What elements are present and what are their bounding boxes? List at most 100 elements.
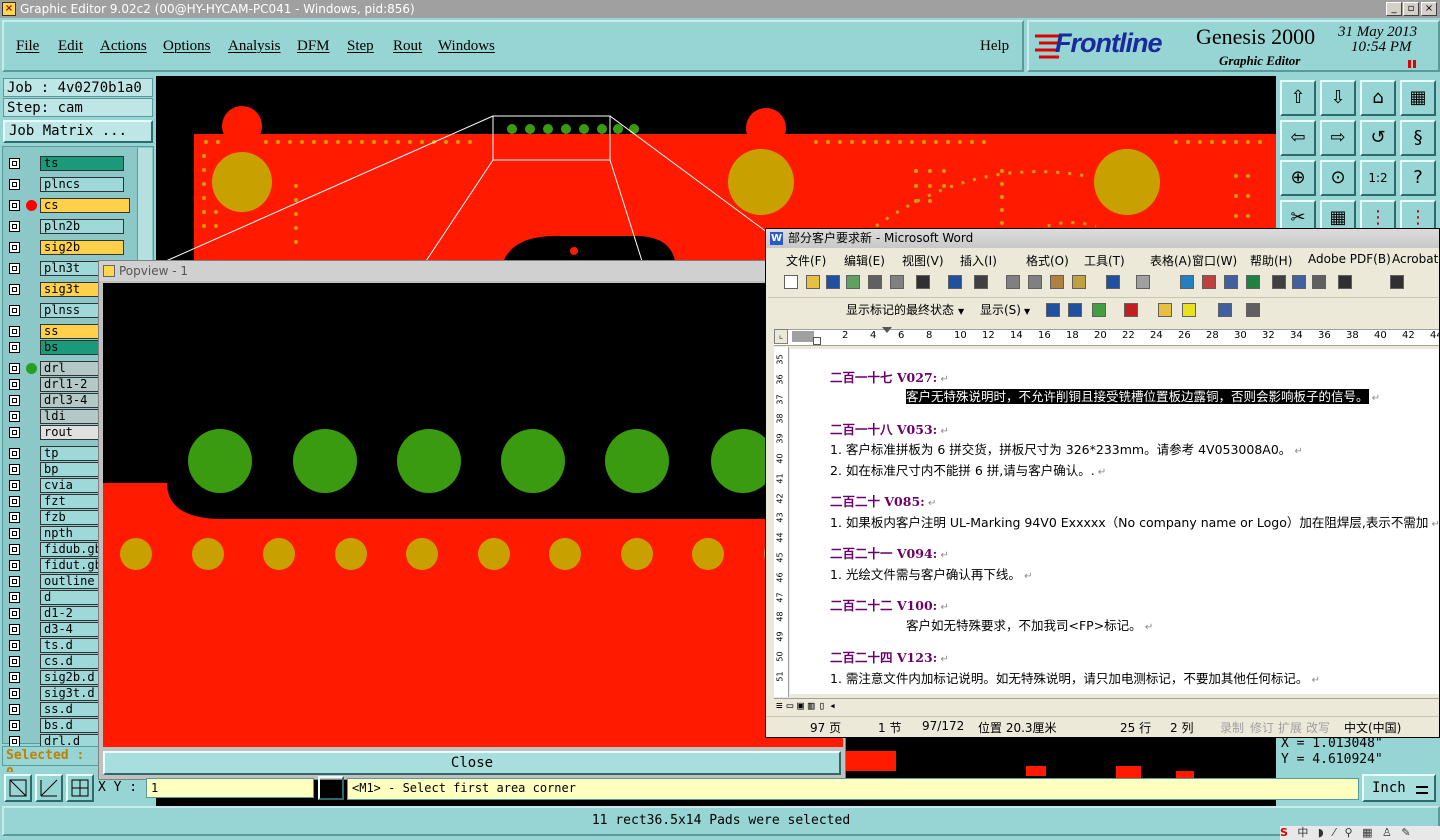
mirror-icon[interactable]: ↺ (1360, 120, 1396, 156)
save-icon[interactable] (826, 275, 840, 289)
layer-row[interactable]: pln2b (6, 219, 126, 234)
layer-checkbox[interactable] (9, 200, 20, 211)
layer-checkbox[interactable] (9, 242, 20, 253)
home-icon[interactable]: ⌂ (1360, 80, 1396, 116)
spelling-icon[interactable] (948, 275, 962, 289)
previous-change-icon[interactable] (1046, 303, 1060, 317)
zoom-center-icon[interactable]: ⊙ (1320, 160, 1356, 196)
word-titlebar[interactable]: W 部分客户要求新 - Microsoft Word (766, 229, 1439, 248)
track-changes-icon[interactable] (1218, 303, 1232, 317)
zoom-1to1-icon[interactable]: 1:2 (1360, 160, 1396, 196)
insert-comment-icon[interactable] (1158, 303, 1172, 317)
layer-checkbox[interactable] (9, 326, 20, 337)
drawing-icon[interactable] (1292, 275, 1306, 289)
layer-checkbox[interactable] (9, 560, 20, 571)
layer-checkbox[interactable] (9, 363, 20, 374)
copy-icon[interactable] (1028, 275, 1042, 289)
menu-options[interactable]: Options (163, 38, 211, 55)
research-icon[interactable] (974, 275, 988, 289)
word-menu-edit[interactable]: 编辑(E) (844, 252, 885, 269)
pan-left-icon[interactable]: ⇦ (1280, 120, 1316, 156)
layer-checkbox[interactable] (9, 496, 20, 507)
layer-down-icon[interactable]: ⇩ (1320, 80, 1356, 116)
layer-checkbox[interactable] (9, 448, 20, 459)
left-indent-icon[interactable] (813, 337, 821, 345)
accept-change-icon[interactable] (1092, 303, 1106, 317)
layer-row[interactable]: plncs (6, 177, 126, 192)
xy-input[interactable] (146, 778, 314, 798)
word-menu-file[interactable]: 文件(F) (786, 252, 826, 269)
window-fit-icon[interactable]: ▦ (1400, 80, 1436, 116)
reviewing-pane-icon[interactable] (1246, 303, 1260, 317)
first-line-indent-icon[interactable] (882, 327, 892, 333)
layer-checkbox[interactable] (9, 379, 20, 390)
maximize-button[interactable]: ▫ (1403, 2, 1419, 16)
section-heading[interactable]: 二百二十四 V123: ↵ (830, 647, 949, 666)
tables-borders-icon[interactable] (1202, 275, 1216, 289)
layer-checkbox[interactable] (9, 411, 20, 422)
layer-checkbox[interactable] (9, 480, 20, 491)
word-menu-tools[interactable]: 工具(T) (1084, 252, 1125, 269)
query-icon[interactable]: ? (1400, 160, 1436, 196)
body-paragraph[interactable]: 2. 如在标准尺寸内不能拼 6 拼,请与客户确认。. ↵ (830, 460, 1106, 479)
layer-up-icon[interactable]: ⇧ (1280, 80, 1316, 116)
layer-checkbox[interactable] (9, 592, 20, 603)
layer-row[interactable]: ts (6, 156, 126, 171)
redo-icon[interactable] (1136, 275, 1150, 289)
layer-checkbox[interactable] (9, 179, 20, 190)
menu-analysis[interactable]: Analysis (228, 38, 281, 55)
layer-name[interactable]: cs (40, 198, 130, 213)
snap-icon[interactable] (4, 774, 32, 802)
layer-checkbox[interactable] (9, 158, 20, 169)
word-menu-view[interactable]: 视图(V) (902, 252, 944, 269)
menu-actions[interactable]: Actions (100, 38, 147, 55)
popview-canvas[interactable] (103, 283, 843, 747)
doc-map-icon[interactable] (1312, 275, 1326, 289)
cut-icon[interactable] (1006, 275, 1020, 289)
popview-close-button[interactable]: Close (103, 751, 841, 775)
new-icon[interactable] (784, 275, 798, 289)
shape-icon[interactable]: § (1400, 120, 1436, 156)
show-hide-icon[interactable] (1338, 275, 1352, 289)
layer-checkbox[interactable] (9, 427, 20, 438)
hyperlink-icon[interactable] (1180, 275, 1194, 289)
layer-checkbox[interactable] (9, 624, 20, 635)
job-matrix-button[interactable]: Job Matrix ... (3, 120, 153, 143)
minimize-button[interactable]: _ (1386, 2, 1402, 16)
body-paragraph[interactable]: 客户如无特殊要求，不加我司<FP>标记。 ↵ (906, 615, 1153, 634)
word-menu-table[interactable]: 表格(A) (1150, 252, 1192, 269)
menu-step[interactable]: Step (347, 38, 374, 55)
insert-table-icon[interactable] (1224, 275, 1238, 289)
tab-stop-selector-icon[interactable]: ⌞ (774, 329, 788, 344)
traditional-chinese-icon[interactable] (916, 275, 930, 289)
layer-checkbox[interactable] (9, 544, 20, 555)
zoom-icon[interactable] (1390, 275, 1404, 289)
menu-windows[interactable]: Windows (438, 38, 495, 55)
layer-checkbox[interactable] (9, 284, 20, 295)
word-menu-acrobat[interactable]: Acrobat (1392, 252, 1438, 266)
menu-edit[interactable]: Edit (58, 38, 83, 55)
layer-name[interactable]: sig2b (40, 240, 124, 255)
layer-checkbox[interactable] (9, 672, 20, 683)
measure-icon[interactable] (35, 774, 63, 802)
layer-checkbox[interactable] (9, 656, 20, 667)
body-paragraph[interactable]: 1. 如果板内客户注明 UL-Marking 94V0 Exxxxx（No co… (830, 512, 1439, 531)
undo-icon[interactable] (1106, 275, 1120, 289)
selected-paragraph[interactable]: 客户无特殊说明时，不允许削铜且接受铣槽位置板边露铜，否则会影响板子的信号。 ↵ (906, 386, 1380, 405)
layer-checkbox[interactable] (9, 640, 20, 651)
word-menu-window[interactable]: 窗口(W) (1192, 252, 1237, 269)
menu-help[interactable]: Help (980, 38, 1009, 55)
word-menu-adobe-pdf[interactable]: Adobe PDF(B) (1308, 252, 1391, 266)
menu-file[interactable]: File (16, 38, 39, 55)
open-icon[interactable] (806, 275, 820, 289)
format-painter-icon[interactable] (1072, 275, 1086, 289)
layer-checkbox[interactable] (9, 720, 20, 731)
word-menu-format[interactable]: 格式(O) (1026, 252, 1069, 269)
layer-checkbox[interactable] (9, 464, 20, 475)
layer-name[interactable]: plncs (40, 177, 124, 192)
layer-checkbox[interactable] (9, 688, 20, 699)
layer-checkbox[interactable] (9, 395, 20, 406)
markup-display-dropdown[interactable]: 显示标记的最终状态 ▼ (846, 301, 976, 319)
highlight-icon[interactable] (1182, 303, 1196, 317)
columns-icon[interactable] (1272, 275, 1286, 289)
